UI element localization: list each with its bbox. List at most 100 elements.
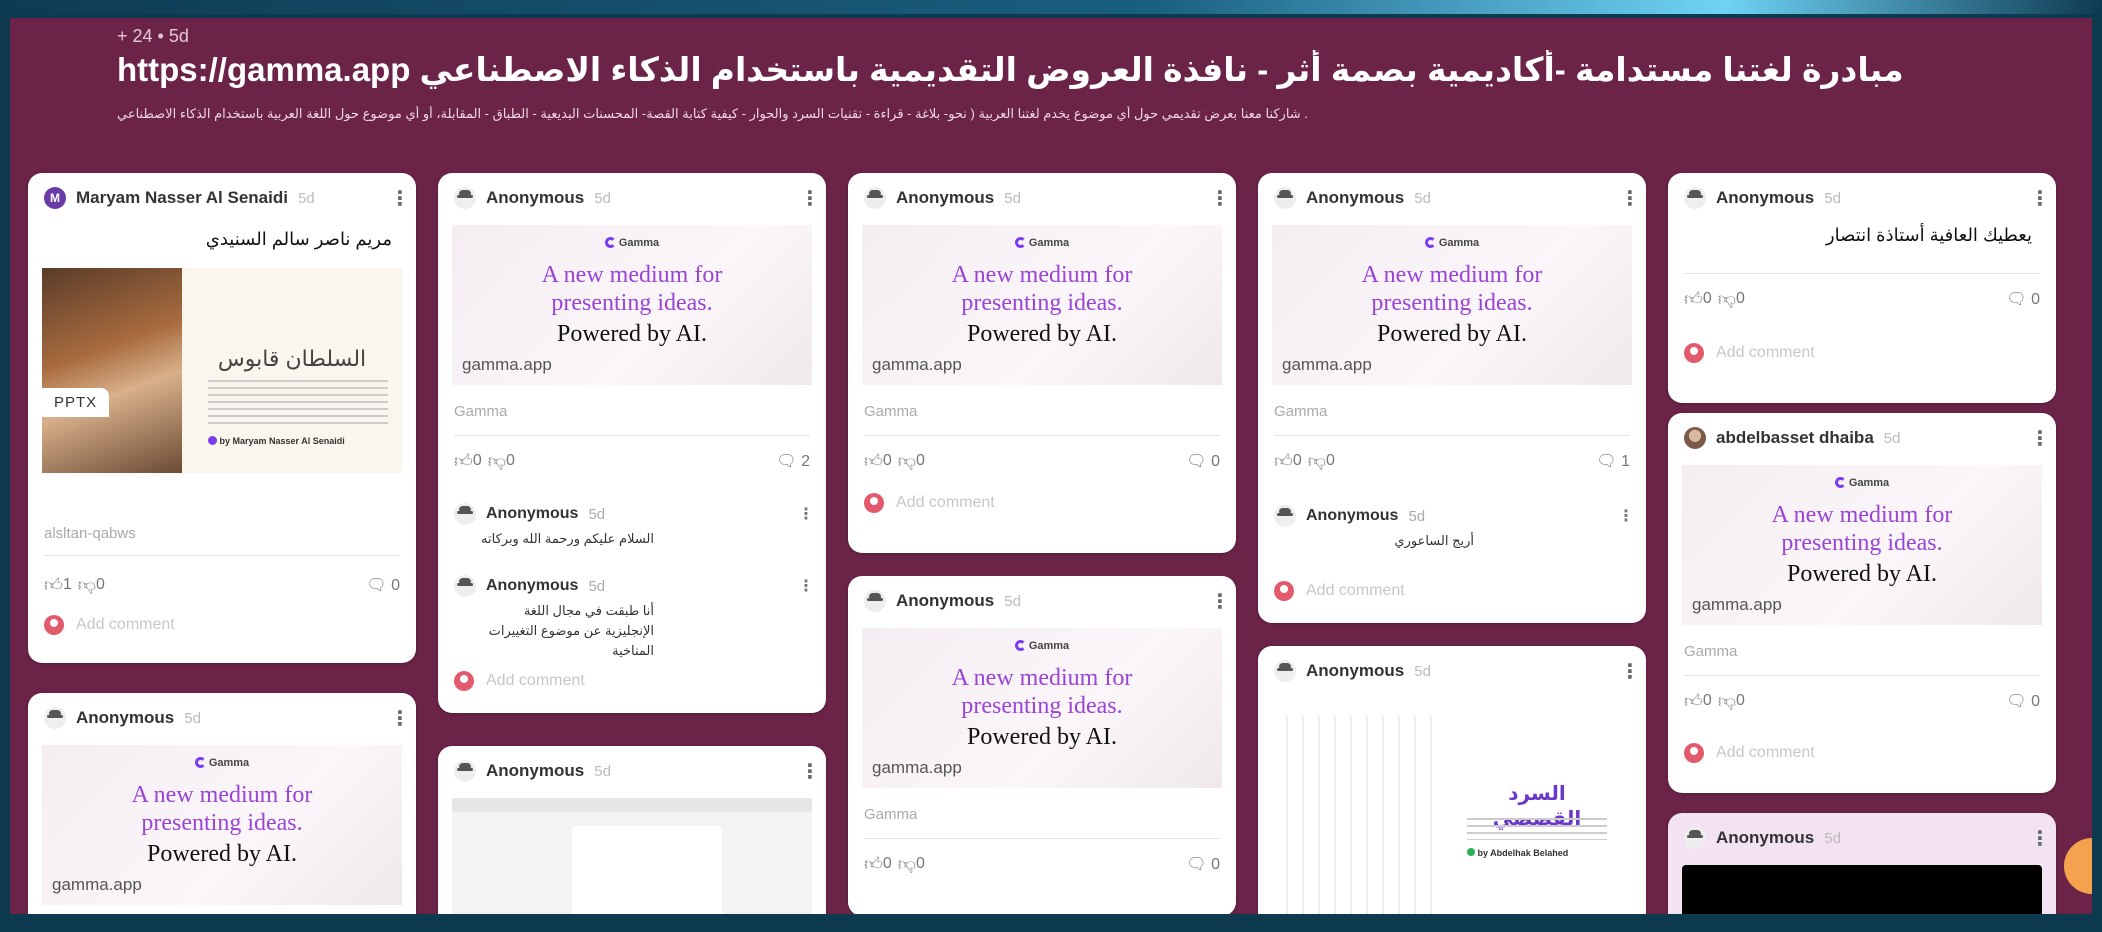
link-preview[interactable]: Gamma A new medium for presenting ideas. … xyxy=(1682,465,2042,625)
link-preview[interactable]: Gamma A new medium for presenting ideas. … xyxy=(862,225,1222,385)
anonymous-avatar-icon xyxy=(454,760,476,782)
more-options-icon[interactable]: ⋮ xyxy=(800,759,820,784)
comment-count: 1 xyxy=(1621,453,1630,470)
more-options-icon[interactable]: ⋮ xyxy=(1620,659,1640,684)
link-preview[interactable]: Gamma A new medium for presenting ideas. … xyxy=(1272,225,1632,385)
comment-icon[interactable]: 🗨︎ 0 xyxy=(2006,289,2040,309)
add-comment[interactable]: Add comment xyxy=(454,671,585,691)
thumbs-down-icon[interactable]: 👎︎ xyxy=(1308,450,1326,472)
more-options-icon[interactable]: ⋮ xyxy=(2030,426,2050,451)
add-comment[interactable]: Add comment xyxy=(1274,581,1405,601)
dislike-count: 0 xyxy=(916,855,925,872)
comment-text: أريج الساعوري xyxy=(1394,533,1474,548)
attachment-source: Gamma xyxy=(454,403,508,420)
post-age: 5d xyxy=(1824,189,1841,207)
add-comment[interactable]: Add comment xyxy=(44,615,175,635)
comment-author: Anonymous xyxy=(486,505,579,522)
comment-icon[interactable]: 🗨︎ 0 xyxy=(2006,691,2040,711)
post-card[interactable]: Anonymous 5d ⋮ يعطيك العافية أستاذة انتص… xyxy=(1668,173,2056,403)
thumbs-down-icon[interactable]: 👎︎ xyxy=(898,853,916,875)
add-comment[interactable]: Add comment xyxy=(1684,743,1815,763)
user-avatar-icon xyxy=(1274,581,1294,601)
post-card[interactable]: Anonymous 5d ⋮ xyxy=(438,746,826,914)
link-preview[interactable]: Gamma A new medium for presenting ideas. … xyxy=(862,628,1222,788)
post-card[interactable]: Anonymous 5d ⋮ Gamma A new medium for pre… xyxy=(1258,173,1646,623)
attachment-source: Gamma xyxy=(1274,403,1328,420)
more-options-icon[interactable]: ⋮ xyxy=(798,504,814,524)
add-comment[interactable]: Add comment xyxy=(1684,343,1815,363)
post-card[interactable]: M Maryam Nasser Al Senaidi 5d ⋮ مريم ناص… xyxy=(28,173,416,663)
thumbs-down-icon[interactable]: 👎︎ xyxy=(488,450,506,472)
more-options-icon[interactable]: ⋮ xyxy=(1210,589,1230,614)
like-count: 0 xyxy=(1702,290,1712,307)
pptx-preview[interactable]: السلطان قابوس by Maryam Nasser Al Senaid… xyxy=(42,268,402,473)
thumbs-up-icon[interactable]: 👍︎ xyxy=(1684,288,1703,310)
more-options-icon[interactable]: ⋮ xyxy=(390,706,410,731)
more-options-icon[interactable]: ⋮ xyxy=(1620,186,1640,211)
preview-domain: gamma.app xyxy=(872,758,962,777)
post-header: Anonymous 5d ⋮ xyxy=(1684,825,2050,851)
comment-count: 0 xyxy=(2031,291,2040,308)
more-options-icon[interactable]: ⋮ xyxy=(1210,186,1230,211)
thumbs-up-icon[interactable]: 👍︎ xyxy=(1274,450,1293,472)
screenshot-preview[interactable] xyxy=(452,798,812,914)
post-header: Anonymous 5d ⋮ xyxy=(44,705,410,731)
thumbs-up-icon[interactable]: 👍︎ xyxy=(44,574,63,596)
browser-bar xyxy=(452,798,812,812)
comment-icon[interactable]: 🗨︎ 0 xyxy=(1186,854,1220,874)
sketch-illustration xyxy=(1272,716,1442,914)
video-preview[interactable] xyxy=(1682,865,2042,914)
thumbs-up-icon[interactable]: 👍︎ xyxy=(864,853,883,875)
add-comment[interactable]: Add comment xyxy=(864,493,995,513)
like-count: 0 xyxy=(1702,692,1712,709)
more-options-icon[interactable]: ⋮ xyxy=(1618,506,1634,526)
post-card[interactable]: Anonymous 5d ⋮ Gamma A new medium for pre… xyxy=(438,173,826,713)
thumbs-down-icon[interactable]: 👎︎ xyxy=(1718,288,1736,310)
more-options-icon[interactable]: ⋮ xyxy=(2030,826,2050,851)
slide-byline: by Maryam Nasser Al Senaidi xyxy=(208,436,345,446)
user-avatar-icon xyxy=(1684,343,1704,363)
post-card[interactable]: Anonymous 5d ⋮ Gamma A new medium for pre… xyxy=(848,173,1236,553)
more-options-icon[interactable]: ⋮ xyxy=(390,186,410,211)
thumbs-up-icon[interactable]: 👍︎ xyxy=(864,450,883,472)
comment-text: السلام عليكم ورحمة الله وبركاته xyxy=(481,531,654,546)
preview-line-3: Powered by AI. xyxy=(147,841,297,867)
dislike-count: 0 xyxy=(96,576,105,593)
more-options-icon[interactable]: ⋮ xyxy=(800,186,820,211)
post-card[interactable]: Anonymous 5d ⋮ xyxy=(1668,813,2056,914)
slide-body-text xyxy=(208,380,388,428)
link-preview[interactable]: Gamma A new medium for presenting ideas. … xyxy=(452,225,812,385)
preview-line-1: A new medium for presenting ideas. xyxy=(541,262,723,316)
post-card[interactable]: abdelbasset dhaiba 5d ⋮ Gamma A new medi… xyxy=(1668,413,2056,793)
post-header: Anonymous 5d ⋮ xyxy=(864,588,1230,614)
post-age: 5d xyxy=(1883,429,1901,447)
slide-preview[interactable]: السرد القصصي by Abdelhak Belahed xyxy=(1272,696,1632,914)
more-options-icon[interactable]: ⋮ xyxy=(2030,186,2050,211)
add-comment-placeholder: Add comment xyxy=(1716,344,1815,361)
post-card[interactable]: Anonymous 5d ⋮ Gamma A new medium for pre… xyxy=(848,576,1236,914)
comment-item: Anonymous 5d ⋮ أريج الساعوري xyxy=(1274,505,1634,551)
divider xyxy=(454,435,810,436)
thumbs-down-icon[interactable]: 👎︎ xyxy=(1718,690,1736,712)
portrait-image xyxy=(42,268,182,473)
post-author: Anonymous xyxy=(1306,188,1405,207)
floating-action-button[interactable] xyxy=(2064,838,2092,894)
comment-icon[interactable]: 🗨︎ 2 xyxy=(776,451,810,471)
comment-icon[interactable]: 🗨︎ 1 xyxy=(1596,451,1630,471)
comment-icon[interactable]: 🗨︎ 0 xyxy=(1186,451,1220,471)
thumbs-up-icon[interactable]: 👍︎ xyxy=(454,450,473,472)
thumbs-down-icon[interactable]: 👎︎ xyxy=(78,574,96,596)
preview-line-3: Powered by AI. xyxy=(1787,561,1937,587)
reactions-row: 👍︎ 0 👎︎ 0 🗨︎ 0 xyxy=(1684,689,2040,713)
post-card[interactable]: Anonymous 5d ⋮ السرد القصصي by Abdelhak … xyxy=(1258,646,1646,914)
thumbs-up-icon[interactable]: 👍︎ xyxy=(1684,690,1703,712)
comment-icon[interactable]: 🗨︎ 0 xyxy=(366,575,400,595)
more-options-icon[interactable]: ⋮ xyxy=(798,576,814,596)
thumbs-down-icon[interactable]: 👎︎ xyxy=(898,450,916,472)
user-avatar-icon xyxy=(44,615,64,635)
top-accent-bar xyxy=(0,0,2102,14)
post-card[interactable]: Anonymous 5d ⋮ Gamma A new medium for pre… xyxy=(28,693,416,914)
link-preview[interactable]: Gamma A new medium for presenting ideas. … xyxy=(42,745,402,905)
preview-domain: gamma.app xyxy=(462,355,552,374)
comment-age: 5d xyxy=(588,577,606,595)
